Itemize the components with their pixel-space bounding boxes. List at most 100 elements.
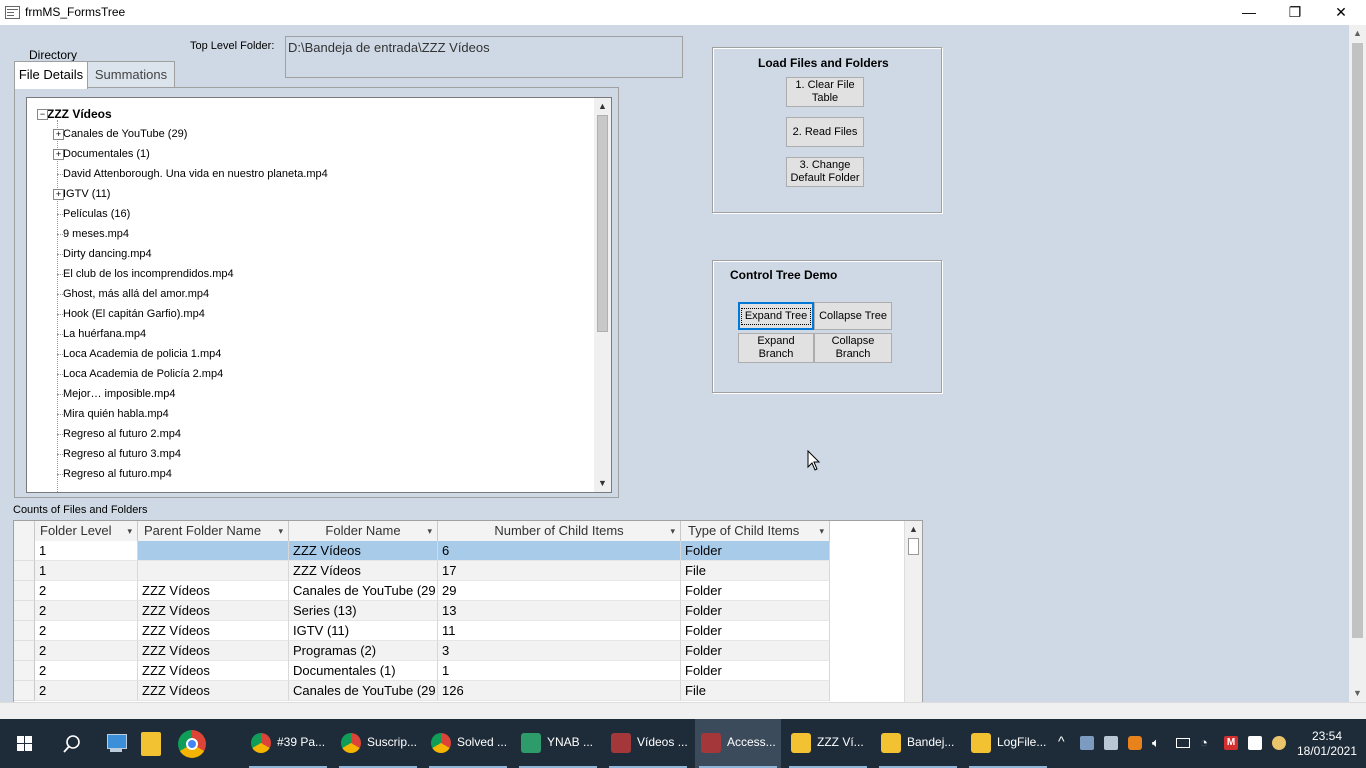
table-cell[interactable]: 11 xyxy=(438,621,681,641)
table-cell[interactable]: 1 xyxy=(35,561,138,581)
file-explorer-icon[interactable] xyxy=(141,732,161,756)
restore-button[interactable]: ❐ xyxy=(1272,0,1318,25)
table-row[interactable]: 2 ZZZ Vídeos IGTV (11) 11 Folder xyxy=(14,621,830,641)
table-cell[interactable]: Series (13) xyxy=(289,601,438,621)
tab-file-details[interactable]: File Details xyxy=(14,61,88,89)
taskbar-app-button[interactable]: Vídeos ... xyxy=(605,719,691,768)
volume-icon[interactable]: 🔈︎ xyxy=(1152,736,1166,750)
table-cell[interactable]: 2 xyxy=(35,641,138,661)
tree-node[interactable]: El club de los incomprendidos.mp4 xyxy=(63,264,234,284)
taskbar-app-button[interactable]: LogFile... xyxy=(965,719,1051,768)
computer-icon[interactable] xyxy=(104,731,128,755)
table-cell[interactable]: ZZZ Vídeos xyxy=(138,601,289,621)
column-header-child-type[interactable]: Type of Child Items ▾ xyxy=(681,521,830,541)
taskbar-app-button[interactable]: #39 Pa... xyxy=(245,719,331,768)
table-cell[interactable]: 6 xyxy=(438,541,681,561)
table-cell[interactable]: 2 xyxy=(35,621,138,641)
tree-node[interactable]: Regreso al futuro.mp4 xyxy=(63,464,172,484)
table-cell[interactable]: 17 xyxy=(438,561,681,581)
table-cell[interactable]: ZZZ Vídeos xyxy=(138,641,289,661)
table-cell[interactable]: ZZZ Vídeos xyxy=(138,581,289,601)
record-selector[interactable] xyxy=(14,601,35,621)
tree-node[interactable]: Hook (El capitán Garfio).mp4 xyxy=(63,304,205,324)
table-cell[interactable]: ZZZ Vídeos xyxy=(289,541,438,561)
form-vertical-scrollbar[interactable]: ▲ ▼ xyxy=(1349,25,1366,702)
record-selector[interactable] xyxy=(14,661,35,681)
expand-branch-button[interactable]: Expand Branch xyxy=(738,333,814,363)
table-row[interactable]: 2 ZZZ Vídeos Programas (2) 3 Folder xyxy=(14,641,830,661)
taskbar-app-button[interactable]: Bandej... xyxy=(875,719,961,768)
tree-scrollbar[interactable]: ▲ ▼ xyxy=(594,98,611,492)
tree-node[interactable]: 9 meses.mp4 xyxy=(63,224,129,244)
table-cell[interactable]: File xyxy=(681,681,830,701)
table-cell[interactable] xyxy=(138,561,289,581)
counts-datasheet[interactable]: Folder Level ▾ Parent Folder Name ▾ Folder… xyxy=(13,520,923,704)
table-cell[interactable]: ZZZ Vídeos xyxy=(138,661,289,681)
security-icon[interactable] xyxy=(1248,736,1262,750)
table-cell[interactable]: 2 xyxy=(35,601,138,621)
collapse-tree-button[interactable]: Collapse Tree xyxy=(814,302,892,330)
table-cell[interactable] xyxy=(138,541,289,561)
chrome-icon[interactable] xyxy=(178,730,206,758)
tree-node[interactable]: IGTV (11) xyxy=(63,184,110,204)
record-selector[interactable] xyxy=(14,541,35,561)
tree-node[interactable]: Mejor… imposible.mp4 xyxy=(63,384,175,404)
record-selector[interactable] xyxy=(14,681,35,701)
scroll-up-icon[interactable]: ▲ xyxy=(594,98,611,115)
minimize-button[interactable]: — xyxy=(1226,0,1272,25)
taskbar-app-button[interactable]: Suscrip... xyxy=(335,719,421,768)
table-cell[interactable]: Folder xyxy=(681,661,830,681)
taskbar-app-button[interactable]: Access... xyxy=(695,719,781,768)
gmail-icon[interactable]: M xyxy=(1224,736,1238,750)
table-row[interactable]: 2 ZZZ Vídeos Documentales (1) 1 Folder xyxy=(14,661,830,681)
tree-node[interactable]: Mira quién habla.mp4 xyxy=(63,404,169,424)
weather-icon[interactable] xyxy=(1272,736,1286,750)
clear-file-table-button[interactable]: 1. Clear File Table xyxy=(786,77,864,107)
table-cell[interactable]: Folder xyxy=(681,641,830,661)
table-cell[interactable]: 1 xyxy=(438,661,681,681)
tree-node[interactable]: Loca Academia de policia 1.mp4 xyxy=(63,344,221,364)
table-cell[interactable]: 2 xyxy=(35,681,138,701)
start-button[interactable] xyxy=(0,719,48,768)
tree-node[interactable]: Ghost, más allá del amor.mp4 xyxy=(63,284,209,304)
record-selector[interactable] xyxy=(14,581,35,601)
tree-scroll-thumb[interactable] xyxy=(597,115,608,332)
datasheet-scroll-thumb[interactable] xyxy=(908,538,919,555)
record-selector[interactable] xyxy=(14,641,35,661)
table-cell[interactable]: 13 xyxy=(438,601,681,621)
taskbar-app-button[interactable]: ZZZ Ví... xyxy=(785,719,871,768)
wifi-icon[interactable]: ◔ xyxy=(1200,735,1216,751)
table-row[interactable]: 1 ZZZ Vídeos 17 File xyxy=(14,561,830,581)
tree-node[interactable]: Regreso al futuro 3.mp4 xyxy=(63,444,181,464)
tree-node[interactable]: Canales de YouTube (29) xyxy=(63,124,187,144)
close-button[interactable]: ✕ xyxy=(1318,0,1364,25)
table-row[interactable]: 2 ZZZ Vídeos Series (13) 13 Folder xyxy=(14,601,830,621)
table-cell[interactable]: Folder xyxy=(681,541,830,561)
table-row[interactable]: 2 ZZZ Vídeos Canales de YouTube (29 29 Folde… xyxy=(14,581,830,601)
table-cell[interactable]: ZZZ Vídeos xyxy=(138,681,289,701)
table-cell[interactable]: Folder xyxy=(681,581,830,601)
taskbar-app-button[interactable]: Solved ... xyxy=(425,719,511,768)
datasheet-scrollbar[interactable]: ▲ xyxy=(904,521,922,703)
tab-summations[interactable]: Summations xyxy=(87,61,175,88)
tree-node[interactable]: David Attenborough. Una vida en nuestro … xyxy=(63,164,328,184)
table-cell[interactable]: Folder xyxy=(681,601,830,621)
form-scroll-thumb[interactable] xyxy=(1352,43,1363,638)
tree-node[interactable]: Loca Academia de Policía 2.mp4 xyxy=(63,364,223,384)
folder-tree-view[interactable]: ZZZ Vídeos − + Canales de YouTube (29) + Docu… xyxy=(26,97,612,493)
tree-node[interactable]: Regreso al futuro 2.mp4 xyxy=(63,424,181,444)
select-all-corner[interactable] xyxy=(14,521,35,541)
clock[interactable]: 23:54 18/01/2021 xyxy=(1296,729,1358,759)
column-header-parent-folder[interactable]: Parent Folder Name ▾ xyxy=(138,521,289,541)
table-row[interactable]: 1 ZZZ Vídeos 6 Folder xyxy=(14,541,830,561)
battery-icon[interactable] xyxy=(1176,738,1190,748)
record-selector[interactable] xyxy=(14,561,35,581)
collapse-branch-button[interactable]: Collapse Branch xyxy=(814,333,892,363)
table-cell[interactable]: Documentales (1) xyxy=(289,661,438,681)
table-cell[interactable]: ZZZ Vídeos xyxy=(138,621,289,641)
search-icon[interactable] xyxy=(62,734,82,754)
table-cell[interactable]: ZZZ Vídeos xyxy=(289,561,438,581)
scroll-down-icon[interactable]: ▼ xyxy=(594,475,611,492)
collapse-node-icon[interactable]: − xyxy=(37,109,48,120)
table-cell[interactable]: 2 xyxy=(35,581,138,601)
